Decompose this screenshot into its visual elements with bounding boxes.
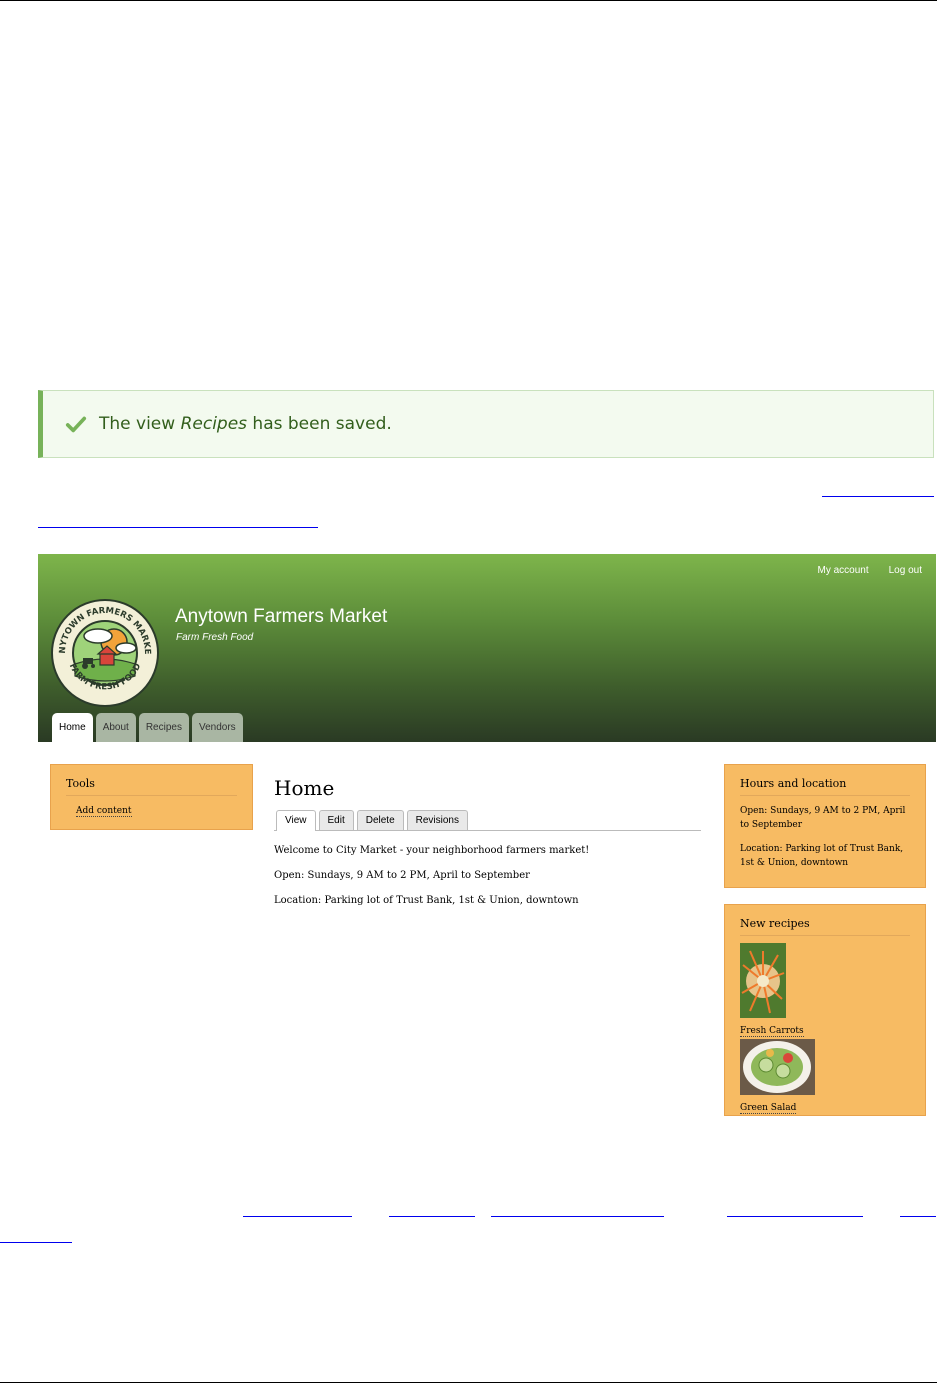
tab-vendors[interactable]: Vendors [191, 713, 243, 742]
hours-location-block: Hours and location Open: Sundays, 9 AM t… [724, 764, 926, 888]
block-title: Tools [66, 777, 237, 796]
main-content: Home View Edit Delete Revisions Welcome … [274, 776, 701, 906]
tab-about[interactable]: About [95, 713, 136, 742]
page-title: Home [274, 776, 335, 800]
tab-edit[interactable]: Edit [318, 810, 354, 830]
add-content-link[interactable]: Add content [76, 806, 132, 817]
location-text: Location: Parking lot of Trust Bank, 1st… [740, 844, 904, 868]
bottom-rule [0, 1382, 937, 1383]
carrots-image[interactable] [740, 943, 786, 1018]
body-paragraph: Location: Parking lot of Trust Bank, 1st… [274, 895, 579, 906]
checkmark-icon [65, 416, 87, 433]
local-tasks: View Edit Delete Revisions [274, 810, 701, 831]
recipe-link-carrots[interactable]: Fresh Carrots [740, 1026, 804, 1037]
recipe-item[interactable]: Green Salad [740, 1039, 910, 1114]
tab-home[interactable]: Home [52, 713, 93, 742]
link-fragment[interactable] [0, 1242, 72, 1243]
hours-text: Open: Sundays, 9 AM to 2 PM, April to Se… [740, 806, 906, 830]
main-navigation: Home About Recipes Vendors [52, 713, 243, 742]
link-fragment[interactable] [389, 1202, 475, 1217]
link-fragment[interactable] [491, 1202, 664, 1217]
link-fragment[interactable] [727, 1202, 863, 1217]
log-out-link[interactable]: Log out [889, 565, 922, 576]
tab-recipes[interactable]: Recipes [138, 713, 189, 742]
salad-image[interactable] [740, 1039, 815, 1095]
link-fragment[interactable] [243, 1202, 352, 1217]
link-fragment[interactable] [38, 527, 318, 528]
link-fragment[interactable] [900, 1202, 936, 1217]
top-rule [0, 0, 937, 1]
link-fragment[interactable] [822, 496, 934, 497]
status-message: The view Recipes has been saved. [38, 390, 934, 458]
tab-revisions[interactable]: Revisions [406, 810, 468, 830]
tab-delete[interactable]: Delete [356, 810, 404, 830]
recipe-item[interactable]: Fresh Carrots [740, 943, 910, 1037]
site-preview: My account Log out ANYTOWN FARMERS MARKE… [38, 554, 936, 1116]
block-title: New recipes [740, 917, 910, 936]
recipe-link-salad[interactable]: Green Salad [740, 1103, 797, 1114]
new-recipes-block: New recipes Fresh Carrots Green Salad [724, 904, 926, 1116]
site-header: My account Log out ANYTOWN FARMERS MARKE… [38, 554, 936, 742]
site-logo[interactable]: ANYTOWN FARMERS MARKET FARM FRESH FOOD [50, 598, 160, 708]
status-text: The view Recipes has been saved. [99, 414, 392, 434]
my-account-link[interactable]: My account [817, 565, 868, 576]
body-paragraph: Welcome to City Market - your neighborho… [274, 845, 590, 856]
user-menu: My account Log out [817, 565, 922, 576]
tab-view[interactable]: View [276, 810, 316, 831]
block-title: Hours and location [740, 777, 910, 796]
site-slogan: Farm Fresh Food [176, 632, 254, 643]
body-paragraph: Open: Sundays, 9 AM to 2 PM, April to Se… [274, 870, 530, 881]
tools-block: Tools Add content [50, 764, 253, 830]
site-name[interactable]: Anytown Farmers Market [175, 606, 387, 628]
